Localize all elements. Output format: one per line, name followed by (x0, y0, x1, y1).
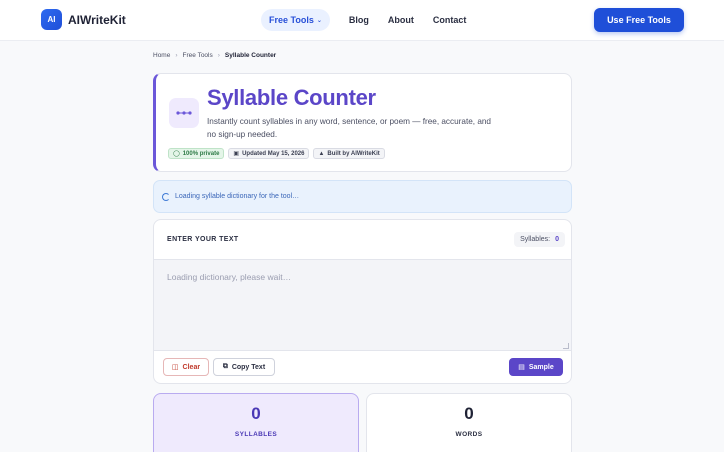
clear-button-label: Clear (182, 363, 201, 371)
brand-name: AIWriteKit (68, 12, 126, 27)
syllables-stat-value: 0 (251, 404, 261, 423)
chevron-down-icon: ⌄ (316, 17, 322, 24)
nav-blog[interactable]: Blog (349, 9, 369, 31)
syllables-stat-card: 0 SYLLABLES (153, 393, 359, 452)
copy-icon: ⧉ (222, 363, 228, 370)
shield-icon: ◯ (173, 151, 180, 157)
private-badge-label: 100% private (182, 150, 220, 157)
breadcrumb-home[interactable]: Home (153, 52, 170, 59)
nav-contact[interactable]: Contact (433, 9, 467, 31)
trash-icon: ◫ (171, 364, 179, 371)
syllable-count-value: 0 (555, 236, 559, 243)
author-badge-label: Built by AIWriteKit (327, 150, 380, 157)
private-badge: ◯ 100% private (168, 148, 225, 159)
use-free-tools-button[interactable]: Use Free Tools (594, 8, 684, 32)
calendar-icon: ▣ (233, 151, 240, 157)
syllable-tool-icon (169, 98, 199, 128)
user-icon: ▲ (318, 150, 325, 157)
page-description: Instantly count syllables in any word, s… (207, 117, 491, 139)
breadcrumb: Home › Free Tools › Syllable Counter (153, 52, 276, 59)
page-title: Syllable Counter (207, 85, 376, 110)
updated-badge-label: Updated May 15, 2026 (242, 150, 305, 157)
brand-logo-link[interactable]: AI AIWriteKit (41, 9, 126, 30)
breadcrumb-current: Syllable Counter (224, 52, 277, 59)
syllable-count-label: Syllables: (520, 236, 551, 243)
resize-handle-icon[interactable] (563, 343, 569, 349)
nav-about[interactable]: About (388, 9, 414, 31)
author-badge: ▲ Built by AIWriteKit (313, 148, 385, 159)
editor-header: ENTER YOUR TEXT Syllables: 0 (154, 220, 571, 260)
breadcrumb-free-tools[interactable]: Free Tools (183, 52, 213, 59)
tool-hero-card: Syllable Counter Instantly count syllabl… (153, 73, 572, 172)
text-input[interactable] (154, 260, 571, 351)
breadcrumb-separator-icon: › (175, 52, 178, 59)
nav-free-tools-label: Free Tools (269, 15, 314, 25)
updated-badge: ▣ Updated May 15, 2026 (228, 148, 310, 159)
spinner-icon (162, 192, 170, 201)
editor-label: ENTER YOUR TEXT (167, 236, 239, 243)
copy-text-button-label: Copy Text (231, 363, 266, 371)
breadcrumb-separator-icon: › (217, 52, 220, 59)
document-icon: ▤ (518, 364, 525, 371)
brand-logo-icon: AI (41, 9, 62, 30)
top-navigation-bar: AI AIWriteKit Free Tools ⌄ Blog About Co… (0, 0, 724, 41)
main-nav: Free Tools ⌄ Blog About Contact (261, 9, 485, 31)
copy-text-button[interactable]: ⧉ Copy Text (213, 358, 275, 376)
loading-message: Loading syllable dictionary for the tool… (175, 193, 300, 200)
loading-banner: Loading syllable dictionary for the tool… (153, 180, 572, 213)
text-editor-card: ENTER YOUR TEXT Syllables: 0 ◫ Clear ⧉ C… (153, 219, 572, 384)
words-stat-value: 0 (464, 404, 474, 423)
words-stat-label: WORDS (455, 431, 483, 438)
nav-free-tools[interactable]: Free Tools ⌄ (261, 9, 330, 31)
sample-button[interactable]: ▤ Sample (509, 358, 563, 376)
syllable-count-pill: Syllables: 0 (514, 232, 565, 247)
hero-badges: ◯ 100% private ▣ Updated May 15, 2026 ▲ … (168, 148, 389, 159)
syllables-stat-label: SYLLABLES (234, 431, 278, 438)
sample-button-label: Sample (528, 363, 554, 371)
words-stat-card: 0 WORDS (366, 393, 572, 452)
clear-button[interactable]: ◫ Clear (163, 358, 209, 376)
